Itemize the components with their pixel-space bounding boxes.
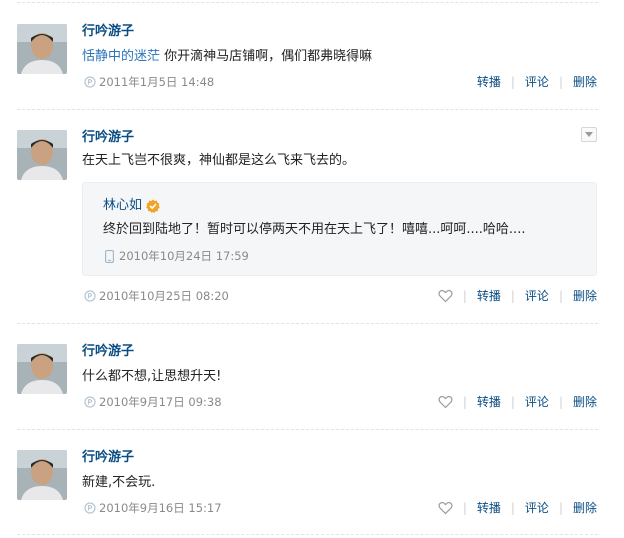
- post-meta: 2010年9月16日 15:17: [84, 501, 222, 515]
- post-actions: | 转播 | 评论 | 删除: [438, 501, 597, 515]
- feed-separator: [17, 429, 598, 430]
- action-divider: |: [510, 75, 515, 89]
- action-divider: |: [510, 289, 515, 303]
- post-time[interactable]: 2010年9月17日 09:38: [99, 395, 222, 409]
- post-time[interactable]: 2010年10月25日 08:20: [99, 289, 229, 303]
- feed-separator: [17, 534, 598, 535]
- post-actions: | 转播 | 评论 | 删除: [438, 289, 597, 303]
- verified-badge-icon: [146, 199, 160, 213]
- post-text: 什么都不想,让思想升天!: [82, 369, 222, 384]
- action-divider: |: [558, 289, 563, 303]
- post-author[interactable]: 行吟游子: [82, 130, 134, 146]
- post-mention[interactable]: 恬静中的迷茫: [82, 49, 160, 64]
- avatar[interactable]: [17, 344, 67, 394]
- action-divider: |: [558, 75, 563, 89]
- post-text: 恬静中的迷茫 你开滴神马店铺啊，偶们都弗晓得嘛: [82, 48, 372, 65]
- repost-button[interactable]: 转播: [477, 395, 501, 409]
- repost-text: 终於回到陆地了！暂时可以停两天不用在天上飞了！嘻嘻...呵呵....哈哈....: [103, 222, 526, 237]
- avatar[interactable]: [17, 450, 67, 500]
- post-menu-dropdown[interactable]: [581, 127, 597, 142]
- post-actions: | 转播 | 评论 | 删除: [438, 395, 597, 409]
- action-divider: |: [462, 395, 467, 409]
- post-author[interactable]: 行吟游子: [82, 24, 134, 40]
- repost-button[interactable]: 转播: [477, 75, 501, 89]
- action-divider: |: [510, 501, 515, 515]
- post-meta: 2011年1月5日 14:48: [84, 75, 214, 89]
- heart-icon[interactable]: [438, 501, 453, 515]
- comment-button[interactable]: 评论: [525, 501, 549, 515]
- action-divider: |: [510, 395, 515, 409]
- comment-button[interactable]: 评论: [525, 75, 549, 89]
- heart-icon[interactable]: [438, 395, 453, 409]
- action-divider: |: [462, 501, 467, 515]
- feed-separator: [17, 2, 598, 3]
- post-meta: 2010年10月25日 08:20: [84, 289, 229, 303]
- repost-time[interactable]: 2010年10月24日 17:59: [119, 248, 249, 264]
- repost-button[interactable]: 转播: [477, 501, 501, 515]
- source-icon: [84, 76, 96, 88]
- post-meta: 2010年9月17日 09:38: [84, 395, 222, 409]
- feed-separator: [17, 109, 598, 110]
- post-time[interactable]: 2011年1月5日 14:48: [99, 75, 214, 89]
- avatar[interactable]: [17, 130, 67, 180]
- feed-separator: [17, 323, 598, 324]
- comment-button[interactable]: 评论: [525, 395, 549, 409]
- delete-button[interactable]: 删除: [573, 289, 597, 303]
- chevron-down-icon: [585, 132, 593, 137]
- action-divider: |: [462, 289, 467, 303]
- delete-button[interactable]: 删除: [573, 501, 597, 515]
- source-icon: [84, 290, 96, 302]
- repost-button[interactable]: 转播: [477, 289, 501, 303]
- mobile-phone-icon: [105, 249, 114, 263]
- delete-button[interactable]: 删除: [573, 395, 597, 409]
- heart-icon[interactable]: [438, 289, 453, 303]
- comment-button[interactable]: 评论: [525, 289, 549, 303]
- action-divider: |: [558, 395, 563, 409]
- source-icon: [84, 396, 96, 408]
- weibo-feed: 行吟游子 恬静中的迷茫 你开滴神马店铺啊，偶们都弗晓得嘛 2011年1月5日 1…: [0, 0, 624, 538]
- post-time[interactable]: 2010年9月16日 15:17: [99, 501, 222, 515]
- repost-author-link[interactable]: 林心如: [103, 198, 160, 214]
- reposted-weibo: 林心如 终於回到陆地了！暂时可以停两天不用在天上飞了！嘻嘻...呵呵....哈哈…: [82, 182, 597, 276]
- repost-author: 林心如: [103, 198, 143, 213]
- delete-button[interactable]: 删除: [573, 75, 597, 89]
- source-icon: [84, 502, 96, 514]
- action-divider: |: [558, 501, 563, 515]
- post-author[interactable]: 行吟游子: [82, 450, 134, 466]
- post-actions: 转播 | 评论 | 删除: [477, 75, 597, 89]
- post-text: 新建,不会玩.: [82, 475, 156, 490]
- avatar[interactable]: [17, 24, 67, 74]
- post-text-body: 你开滴神马店铺啊，偶们都弗晓得嘛: [160, 49, 373, 64]
- post-text: 在天上飞岂不很爽，神仙都是这么飞来飞去的。: [82, 153, 356, 168]
- repost-meta: 2010年10月24日 17:59: [105, 248, 249, 264]
- post-author[interactable]: 行吟游子: [82, 344, 134, 360]
